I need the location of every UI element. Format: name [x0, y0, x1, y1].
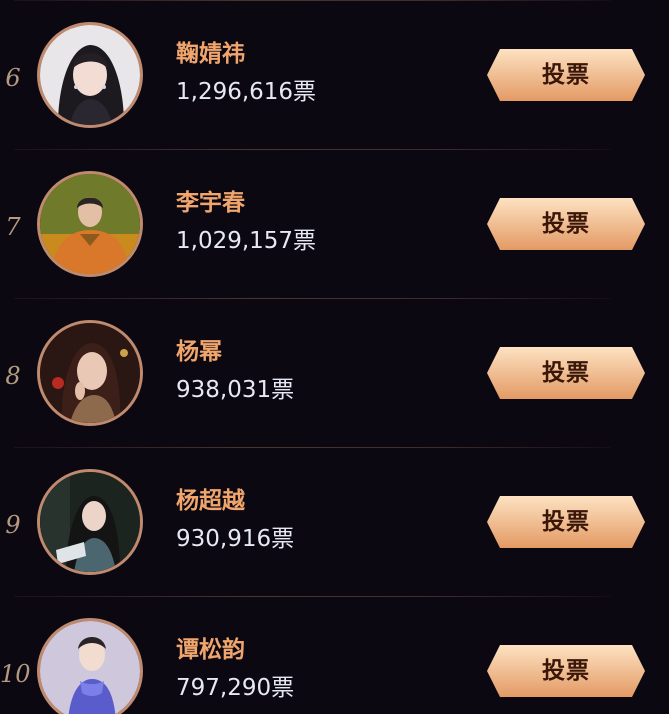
avatar[interactable] — [37, 22, 143, 128]
contestant-name: 鞠婧祎 — [176, 41, 245, 67]
vote-button[interactable]: 投票 — [486, 346, 646, 400]
rank-number: 6 — [5, 64, 21, 92]
portrait-photo-icon — [40, 621, 140, 714]
avatar[interactable] — [37, 171, 143, 277]
vote-button[interactable]: 投票 — [486, 48, 646, 102]
ranking-list: 6 鞠婧祎 1,296,616票 投票 7 李宇春 1,029,157票 投票 … — [0, 0, 669, 714]
vote-button[interactable]: 投票 — [486, 644, 646, 698]
portrait-photo-icon — [40, 323, 140, 423]
vote-count: 1,296,616票 — [176, 79, 317, 105]
divider — [14, 447, 610, 448]
vote-button-label: 投票 — [542, 360, 590, 386]
contestant-name: 杨幂 — [176, 339, 222, 365]
divider — [14, 0, 610, 1]
vote-button-label: 投票 — [542, 211, 590, 237]
list-item: 8 杨幂 938,031票 投票 — [0, 298, 669, 447]
vote-count: 797,290票 — [176, 675, 295, 701]
rank-number: 8 — [5, 362, 21, 390]
vote-button-label: 投票 — [542, 658, 590, 684]
list-item: 7 李宇春 1,029,157票 投票 — [0, 149, 669, 298]
portrait-photo-icon — [40, 25, 140, 125]
rank-number: 7 — [5, 213, 21, 241]
divider — [14, 596, 610, 597]
contestant-name: 谭松韵 — [176, 637, 245, 663]
list-item: 10 谭松韵 797,290票 投票 — [0, 596, 669, 714]
list-item: 6 鞠婧祎 1,296,616票 投票 — [0, 0, 669, 149]
vote-count: 938,031票 — [176, 377, 295, 403]
rank-number: 10 — [0, 660, 31, 688]
avatar[interactable] — [37, 469, 143, 575]
vote-count: 1,029,157票 — [176, 228, 317, 254]
list-item: 9 杨超越 930,916票 投票 — [0, 447, 669, 596]
portrait-photo-icon — [40, 174, 140, 274]
avatar[interactable] — [37, 618, 143, 714]
contestant-name: 李宇春 — [176, 190, 245, 216]
portrait-photo-icon — [40, 472, 140, 572]
divider — [14, 298, 610, 299]
vote-count: 930,916票 — [176, 526, 295, 552]
divider — [14, 149, 610, 150]
vote-button-label: 投票 — [542, 62, 590, 88]
vote-button[interactable]: 投票 — [486, 197, 646, 251]
vote-button-label: 投票 — [542, 509, 590, 535]
vote-button[interactable]: 投票 — [486, 495, 646, 549]
rank-number: 9 — [5, 511, 21, 539]
avatar[interactable] — [37, 320, 143, 426]
contestant-name: 杨超越 — [176, 488, 245, 514]
